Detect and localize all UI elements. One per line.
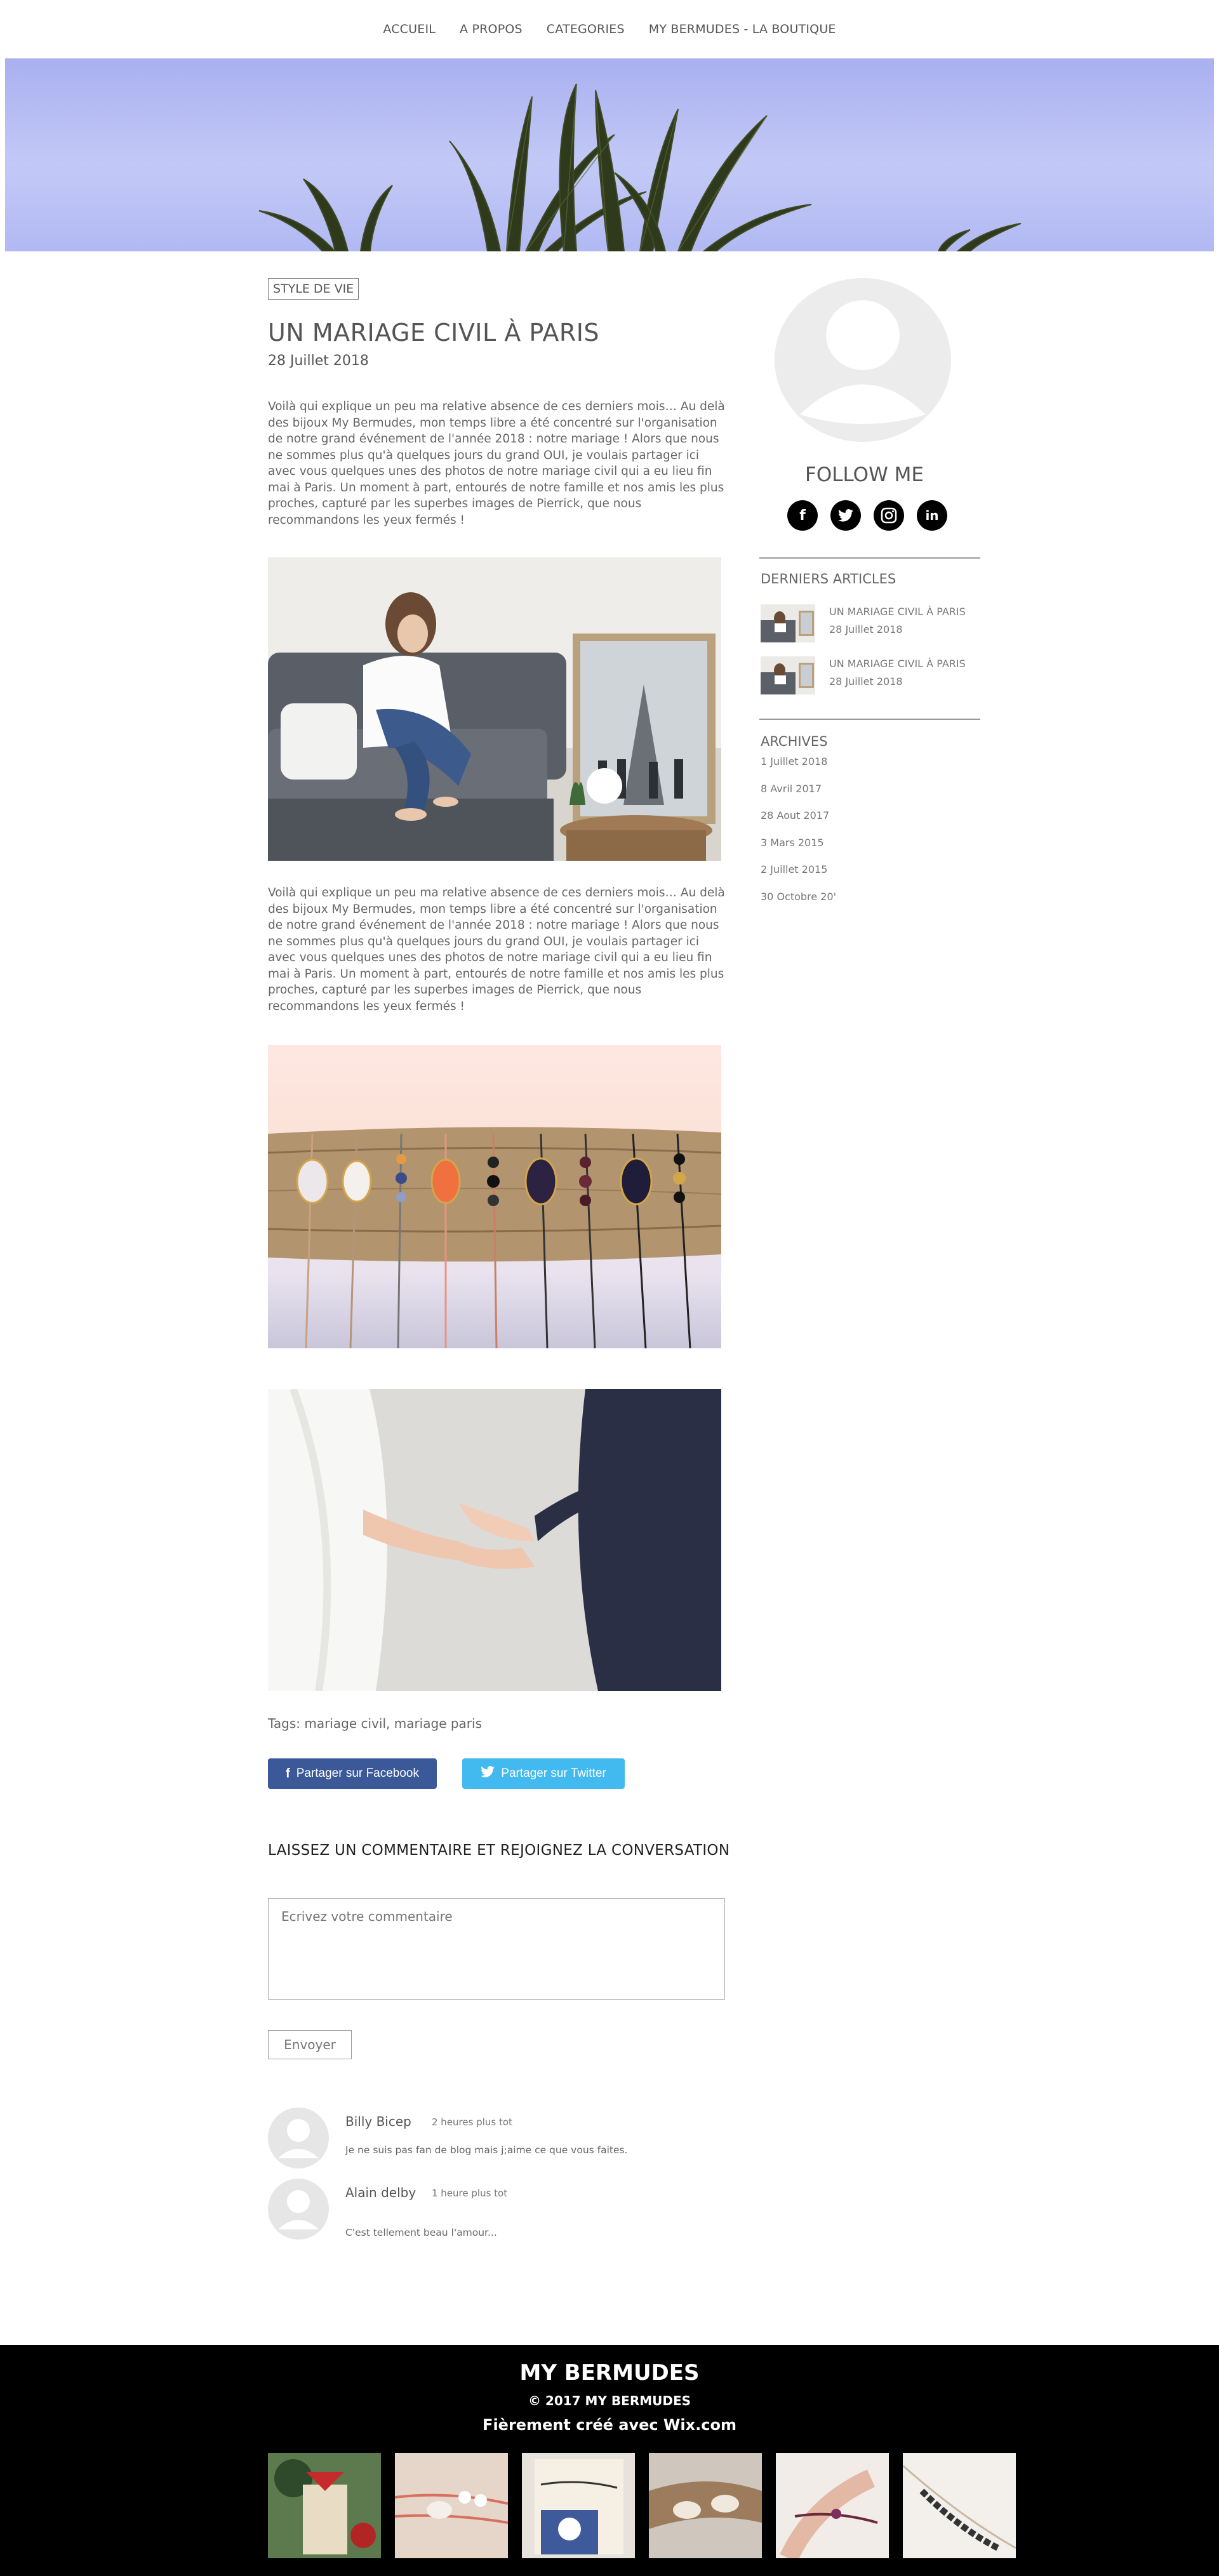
archive-link[interactable]: 2 Juillet 2015 [761, 863, 836, 891]
footer-copyright: © 2017 MY BERMUDES [528, 2393, 691, 2408]
post-tags: Tags: mariage civil, mariage paris [268, 1716, 483, 1731]
recent-article-date: 28 Juillet 2018 [829, 675, 903, 687]
gallery-image[interactable] [776, 2453, 889, 2558]
post-paragraph-1: Voilà qui explique un peu ma relative ab… [268, 400, 725, 527]
twitter-icon [481, 1766, 495, 1781]
gallery-image[interactable] [395, 2453, 508, 2558]
avatar [268, 2108, 329, 2168]
main-nav: ACCUEIL A PROPOS CATEGORIES MY BERMUDES … [0, 0, 1219, 58]
comment-input[interactable] [268, 1898, 725, 2000]
instagram-icon[interactable] [874, 500, 904, 531]
linkedin-icon[interactable]: in [917, 500, 947, 531]
sidebar-divider [759, 719, 980, 720]
post-date: 28 Juillet 2018 [268, 353, 369, 369]
photo-bracelets-wood [268, 1045, 721, 1348]
footer-brand: MY BERMUDES [519, 2360, 700, 2386]
facebook-icon: f [286, 1766, 290, 1781]
archive-link[interactable]: 28 Aout 2017 [761, 809, 836, 837]
gallery-image[interactable] [903, 2453, 1016, 2558]
category-tag[interactable]: STYLE DE VIE [268, 278, 359, 300]
comment-time: 2 heures plus tot [432, 2116, 512, 2128]
share-facebook-label: Partager sur Facebook [296, 1767, 419, 1780]
comment-text: C'est tellement beau l'amour... [345, 2227, 497, 2238]
photo-holding-hands [268, 1389, 721, 1691]
recent-article-title: UN MARIAGE CIVIL À PARIS [829, 658, 966, 670]
archive-link[interactable]: 3 Mars 2015 [761, 837, 836, 864]
archives-list: 1 Juillet 2018 8 Avril 2017 28 Aout 2017… [761, 755, 836, 917]
archive-link[interactable]: 30 Octobre 20' [761, 891, 836, 918]
follow-me-heading: FOLLOW ME [805, 463, 924, 486]
facebook-icon[interactable]: f [787, 500, 818, 531]
photo-woman-sofa [268, 557, 721, 861]
share-twitter-button[interactable]: Partager sur Twitter [462, 1758, 625, 1789]
post-paragraph-2: Voilà qui explique un peu ma relative ab… [268, 886, 725, 1013]
footer-wix-credit[interactable]: Fièrement créé avec Wix.com [0, 2416, 1219, 2434]
palm-leaves-image [258, 83, 1022, 251]
profile-avatar [775, 278, 951, 442]
recent-article-thumbnail [761, 604, 815, 642]
share-facebook-button[interactable]: f Partager sur Facebook [268, 1758, 437, 1789]
archives-heading: ARCHIVES [761, 734, 828, 749]
comment-author: Alain delby [345, 2185, 416, 2200]
nav-boutique[interactable]: MY BERMUDES - LA BOUTIQUE [649, 22, 836, 36]
recent-article-item[interactable]: UN MARIAGE CIVIL À PARIS 28 Juillet 2018 [761, 604, 976, 644]
nav-categories[interactable]: CATEGORIES [547, 22, 625, 36]
recent-article-date: 28 Juillet 2018 [829, 623, 903, 635]
gallery-image[interactable] [268, 2453, 381, 2558]
comment-author: Billy Bicep [345, 2114, 411, 2129]
recent-articles-heading: DERNIERS ARTICLES [761, 571, 896, 587]
archive-link[interactable]: 1 Juillet 2018 [761, 755, 836, 783]
gallery-image[interactable] [522, 2453, 635, 2558]
comment-text: Je ne suis pas fan de blog mais j;aime c… [345, 2144, 628, 2156]
footer-gallery [268, 2453, 1016, 2558]
recent-article-thumbnail [761, 656, 815, 694]
social-links: f in [787, 500, 947, 531]
archive-link[interactable]: 8 Avril 2017 [761, 783, 836, 810]
avatar [268, 2179, 329, 2240]
post-title: UN MARIAGE CIVIL À PARIS [268, 319, 600, 347]
gallery-image[interactable] [649, 2453, 762, 2558]
nav-accueil[interactable]: ACCUEIL [383, 22, 436, 36]
nav-a-propos[interactable]: A PROPOS [460, 22, 523, 36]
twitter-icon[interactable] [830, 500, 861, 531]
recent-article-title: UN MARIAGE CIVIL À PARIS [829, 606, 966, 618]
comment-time: 1 heure plus tot [432, 2188, 508, 2199]
comment-heading: LAISSEZ UN COMMENTAIRE ET REJOIGNEZ LA C… [268, 1842, 730, 1859]
send-button[interactable]: Envoyer [268, 2030, 352, 2059]
sidebar-divider [759, 557, 980, 559]
hero-banner [5, 58, 1214, 251]
recent-article-item[interactable]: UN MARIAGE CIVIL À PARIS 28 Juillet 2018 [761, 656, 976, 696]
share-twitter-label: Partager sur Twitter [501, 1767, 606, 1780]
